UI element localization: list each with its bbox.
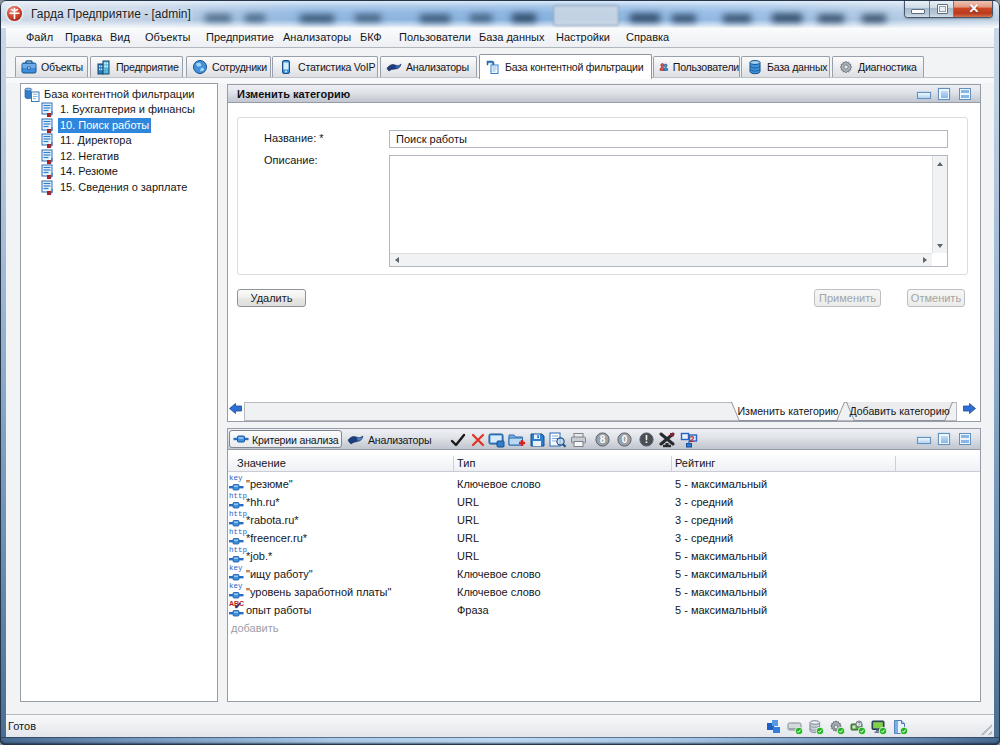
svg-text:?: ? [857,721,860,727]
